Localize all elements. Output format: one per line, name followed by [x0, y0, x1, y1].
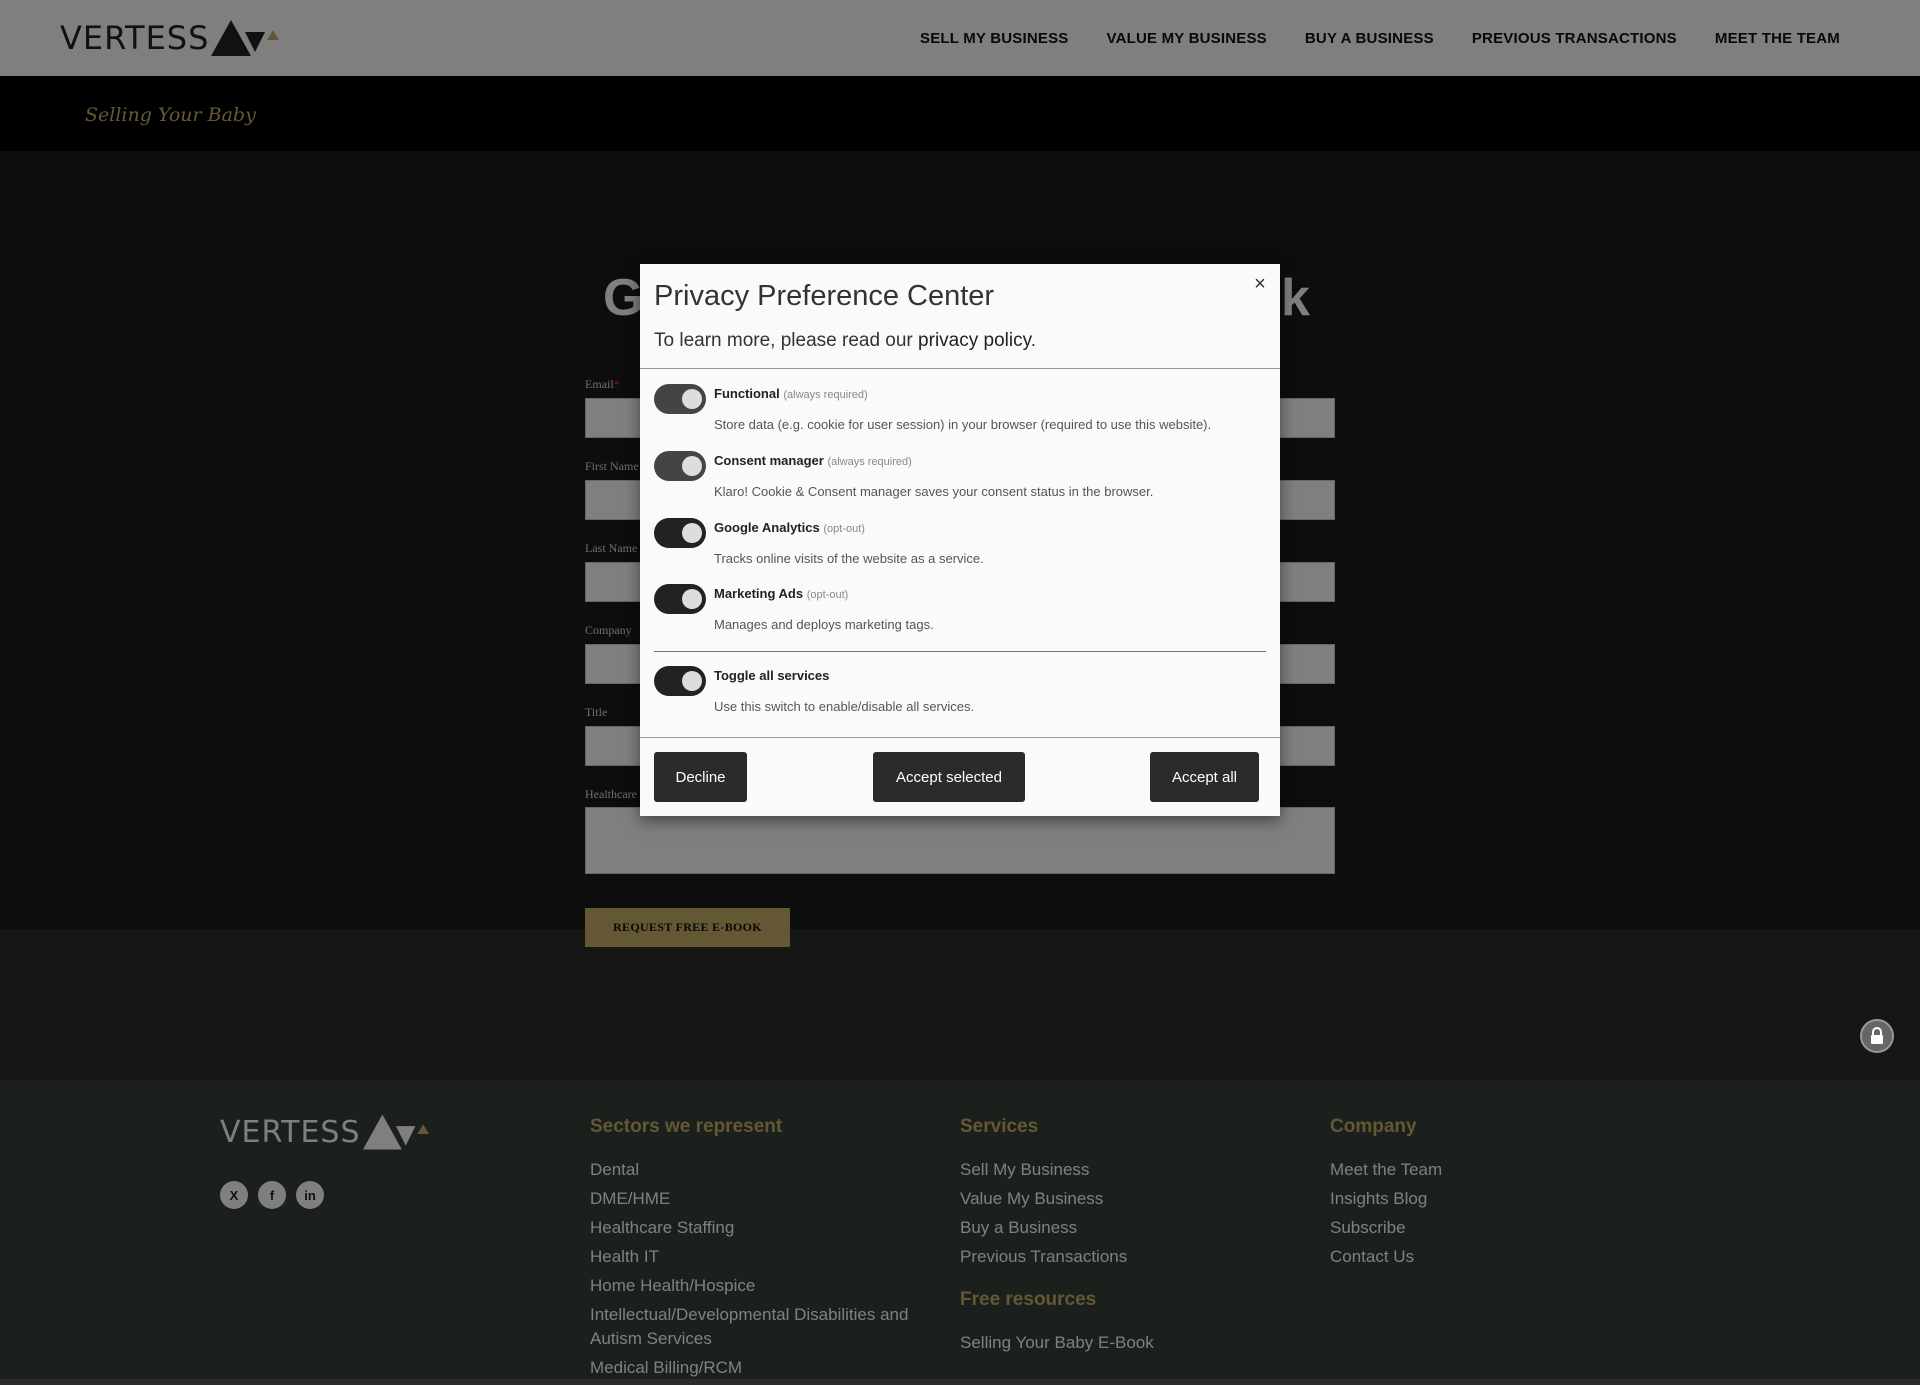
toggle-google-analytics[interactable] — [654, 518, 706, 548]
service-description: Store data (e.g. cookie for user session… — [714, 417, 1212, 432]
service-description: Klaro! Cookie & Consent manager saves yo… — [714, 484, 1154, 499]
modal-title: Privacy Preference Center — [654, 280, 995, 312]
service-description: Manages and deploys marketing tags. — [714, 617, 934, 632]
service-name: Consent manager — [714, 453, 824, 468]
toggle-functional[interactable] — [654, 384, 706, 414]
toggle-consent-manager[interactable] — [654, 451, 706, 481]
service-name: Toggle all services — [714, 668, 830, 683]
service-name: Functional — [714, 386, 780, 401]
accept-all-button[interactable]: Accept all — [1150, 752, 1259, 802]
modal-description: To learn more, please read our privacy p… — [654, 330, 1036, 351]
toggle-marketing-ads[interactable] — [654, 584, 706, 614]
lock-icon[interactable] — [1860, 1019, 1894, 1053]
accept-selected-button[interactable]: Accept selected — [873, 752, 1025, 802]
service-name: Google Analytics — [714, 520, 820, 535]
modal-footer-divider — [640, 737, 1280, 738]
service-tag: (always required) — [827, 456, 912, 468]
services-divider — [654, 651, 1266, 652]
service-name: Marketing Ads — [714, 586, 804, 601]
page: VERTESS SELL MY BUSINESS VALUE MY BUSINE… — [0, 0, 1920, 1379]
toggle-all-services[interactable] — [654, 666, 706, 696]
close-icon[interactable]: × — [1250, 274, 1270, 294]
privacy-policy-link[interactable]: privacy policy — [918, 330, 1031, 351]
modal-divider — [640, 368, 1280, 369]
padlock-icon — [1871, 1027, 1883, 1044]
service-tag: (opt-out) — [823, 523, 865, 535]
privacy-preference-modal: × Privacy Preference Center To learn mor… — [640, 264, 1280, 816]
service-tag: (always required) — [783, 389, 868, 401]
service-tag: (opt-out) — [806, 589, 849, 601]
service-description: Tracks online visits of the website as a… — [714, 551, 984, 566]
service-description: Use this switch to enable/disable all se… — [714, 699, 975, 714]
decline-button[interactable]: Decline — [654, 752, 747, 802]
